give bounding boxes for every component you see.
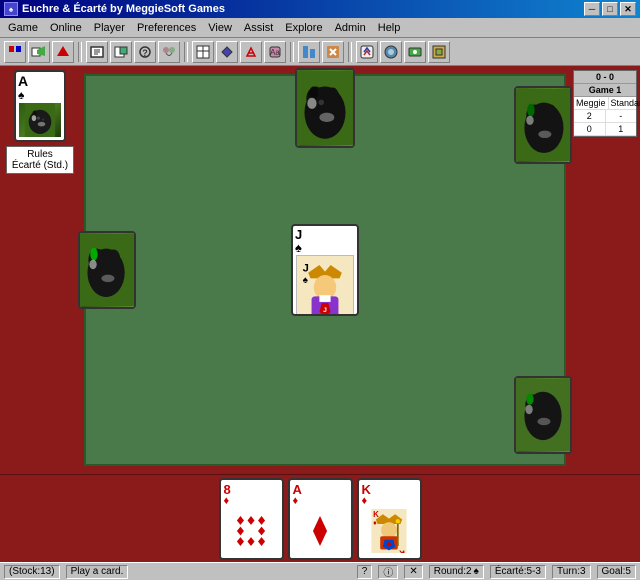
score-col1-header: Meggie [574, 97, 609, 109]
toolbar-separator-3 [290, 42, 294, 62]
play-hint: Play a card. [66, 565, 129, 579]
svg-text:♦: ♦ [401, 549, 405, 553]
game-type-label: Écarté (Std.) [9, 160, 71, 171]
round-label: Round:2 [434, 566, 472, 577]
svg-text:?: ? [142, 48, 148, 58]
svg-text:♥: ♥ [333, 311, 340, 316]
statusbar: (Stock:13) Play a card. ? ⓘ ✕ Round:2 ♠ … [0, 562, 640, 580]
score-row1-c1: 2 [574, 110, 606, 122]
svg-text:J: J [303, 263, 309, 275]
player-hand: 8 ♦ A ♦ [0, 474, 640, 562]
toolbar-btn-14[interactable] [356, 41, 378, 63]
opponent-left-card [78, 231, 136, 309]
toolbar: ? Aa [0, 38, 640, 66]
svg-text:J: J [323, 307, 327, 314]
card-rank-8: 8 [224, 483, 279, 496]
minimize-button[interactable]: ─ [584, 2, 600, 16]
close-button[interactable]: ✕ [620, 2, 636, 16]
player-card-kd[interactable]: K ♦ [357, 478, 422, 560]
round-suit: ♠ [474, 566, 479, 577]
score-row-2: 0 1 [574, 123, 636, 136]
score-row2-c1: 0 [574, 123, 606, 135]
toolbar-btn-6[interactable]: ? [134, 41, 156, 63]
toolbar-btn-8[interactable] [192, 41, 214, 63]
game-area: A ♠ Rules Écarté (Std.) [0, 66, 640, 474]
menu-online[interactable]: Online [44, 20, 88, 36]
trump-suit: ♠ [18, 88, 62, 102]
help-question[interactable]: ? [357, 565, 373, 579]
toolbar-btn-1[interactable] [4, 41, 26, 63]
score-row-1: 2 - [574, 110, 636, 123]
menu-player[interactable]: Player [88, 20, 131, 36]
menu-game[interactable]: Game [2, 20, 44, 36]
toolbar-btn-9[interactable] [216, 41, 238, 63]
trump-card: A ♠ [14, 70, 66, 142]
toolbar-separator-4 [348, 42, 352, 62]
ecarte-status: Écarté:5-3 [490, 565, 546, 579]
right-panel: 0 - 0 Game 1 Meggie Standard 2 - 0 1 [570, 66, 640, 474]
toolbar-btn-13[interactable] [322, 41, 344, 63]
turn-status: Turn:3 [552, 565, 591, 579]
rules-box: Rules Écarté (Std.) [6, 146, 74, 174]
score-box: 0 - 0 Game 1 Meggie Standard 2 - 0 1 [573, 70, 637, 137]
opponent-right-top-card [514, 86, 572, 164]
titlebar-left: ♠ Euchre & Écarté by MeggieSoft Games [4, 2, 225, 16]
svg-text:♠: ♠ [303, 275, 309, 286]
menu-help[interactable]: Help [372, 20, 407, 36]
card-rank-a: A [293, 483, 348, 496]
card-pips-ad [293, 507, 348, 555]
opponent-right-bottom-card [514, 376, 572, 454]
player-card-ad[interactable]: A ♦ [288, 478, 353, 560]
toolbar-separator-1 [78, 42, 82, 62]
menu-assist[interactable]: Assist [238, 20, 279, 36]
trump-rank: A [18, 74, 62, 88]
center-jack-card[interactable]: J ♠ [291, 224, 359, 316]
score-header-row: Meggie Standard [574, 97, 636, 110]
toolbar-btn-2[interactable] [28, 41, 50, 63]
toolbar-btn-5[interactable] [110, 41, 132, 63]
goal-status: Goal:5 [597, 565, 636, 579]
game-label: Game 1 [574, 84, 636, 97]
menubar: Game Online Player Preferences View Assi… [0, 18, 640, 38]
card-pips-8d [224, 507, 279, 555]
toolbar-btn-7[interactable] [158, 41, 180, 63]
stock-status: (Stock:13) [4, 565, 60, 579]
card-rank-k: K [362, 483, 417, 496]
toolbar-btn-3[interactable] [52, 41, 74, 63]
maximize-button[interactable]: □ [602, 2, 618, 16]
score-row2-c2: 1 [606, 123, 637, 135]
toolbar-btn-10[interactable] [240, 41, 262, 63]
svg-text:♦: ♦ [373, 519, 377, 526]
menu-preferences[interactable]: Preferences [131, 20, 202, 36]
score-col2-header: Standard [609, 97, 640, 109]
app-icon: ♠ [4, 2, 18, 16]
toolbar-btn-17[interactable] [428, 41, 450, 63]
toolbar-btn-12[interactable] [298, 41, 320, 63]
rules-label: Rules [9, 149, 71, 160]
toolbar-btn-4[interactable] [86, 41, 108, 63]
menu-admin[interactable]: Admin [329, 20, 372, 36]
toolbar-btn-16[interactable] [404, 41, 426, 63]
score-total: 0 - 0 [574, 71, 636, 84]
score-row1-c2: - [606, 110, 637, 122]
menu-view[interactable]: View [202, 20, 238, 36]
round-status: Round:2 ♠ [429, 565, 484, 579]
cross-icon: ✕ [404, 565, 422, 579]
menu-explore[interactable]: Explore [279, 20, 328, 36]
svg-text:Aa: Aa [270, 48, 280, 57]
opponent-top-card [295, 68, 355, 148]
game-table: J ♠ [84, 74, 566, 466]
player-card-8d[interactable]: 8 ♦ [219, 478, 284, 560]
window-title: Euchre & Écarté by MeggieSoft Games [22, 3, 225, 15]
titlebar-buttons: ─ □ ✕ [584, 2, 636, 16]
titlebar: ♠ Euchre & Écarté by MeggieSoft Games ─ … [0, 0, 640, 18]
jack-suit-top: ♠ [295, 241, 302, 254]
toolbar-btn-15[interactable] [380, 41, 402, 63]
toolbar-btn-11[interactable]: Aa [264, 41, 286, 63]
svg-text:K: K [373, 509, 379, 518]
toolbar-separator-2 [184, 42, 188, 62]
left-panel: A ♠ Rules Écarté (Std.) [0, 66, 80, 474]
card-face-kd: K ♦ K ♦ [362, 507, 417, 555]
info-button[interactable]: ⓘ [378, 565, 398, 579]
